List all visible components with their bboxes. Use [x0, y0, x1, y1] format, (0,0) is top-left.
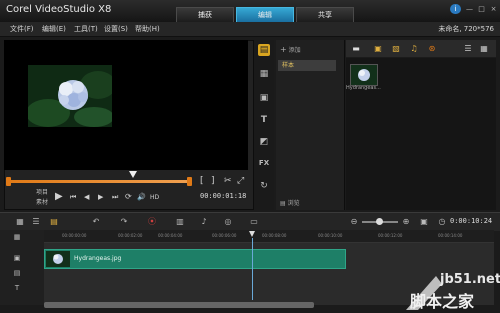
- tab-edit[interactable]: 编辑: [236, 7, 294, 22]
- menu-edit[interactable]: 编辑(E): [42, 24, 66, 34]
- import-folder-icon[interactable]: ▬: [350, 43, 362, 54]
- timecode-display[interactable]: 00:00:01:18: [200, 192, 246, 200]
- close-button[interactable]: ×: [488, 4, 499, 14]
- graphic-icon[interactable]: ◩: [258, 136, 270, 148]
- menu-help[interactable]: 帮助(H): [135, 24, 160, 34]
- watermark-site: jb51.net: [440, 272, 500, 287]
- browse-button[interactable]: ▤ 浏览: [280, 198, 300, 207]
- ruler-tick: 00:00:08:00: [262, 233, 287, 238]
- show-audio-icon[interactable]: ♫: [408, 43, 420, 54]
- mark-in-button[interactable]: [: [200, 176, 204, 186]
- preview-image: [28, 65, 112, 127]
- minimize-button[interactable]: —: [464, 4, 475, 14]
- fit-project-icon[interactable]: ▣: [418, 216, 430, 227]
- mode-project[interactable]: 项目: [36, 187, 48, 196]
- repeat-icon[interactable]: ⟳: [125, 192, 132, 202]
- plus-icon: +: [280, 45, 287, 54]
- scissors-icon[interactable]: ✂: [224, 176, 232, 186]
- zoom-slider-handle[interactable]: [376, 218, 383, 225]
- info-icon[interactable]: i: [450, 4, 461, 14]
- menu-file[interactable]: 文件(F): [10, 24, 34, 34]
- scrubber-track[interactable]: [8, 180, 190, 183]
- prev-frame-button[interactable]: ◀: [84, 192, 89, 202]
- subtitle-editor-icon[interactable]: ▭: [248, 216, 260, 227]
- browse-label: 浏览: [287, 200, 300, 207]
- app-title: Corel VideoStudio X8: [6, 4, 112, 15]
- volume-icon[interactable]: 🔊: [137, 192, 146, 202]
- ruler-tick: 00:00:00:00: [62, 233, 87, 238]
- playhead-marker[interactable]: [249, 231, 255, 237]
- mode-clip[interactable]: 素材: [36, 197, 48, 206]
- folder-item-sample[interactable]: 样本: [278, 60, 336, 71]
- ruler-tick: 00:00:12:00: [378, 233, 403, 238]
- home-button[interactable]: ⏮: [70, 192, 76, 202]
- media-thumbnail[interactable]: [350, 64, 378, 86]
- show-photos-icon[interactable]: ▧: [390, 43, 402, 54]
- track-visibility-icon[interactable]: ▦: [10, 232, 24, 242]
- add-folder-button[interactable]: + 添加: [280, 45, 301, 54]
- media-category-icon[interactable]: ▤: [258, 44, 270, 56]
- redo-icon[interactable]: ↷: [118, 216, 130, 227]
- track-manager-icon[interactable]: ▤: [48, 216, 60, 227]
- clock-icon: ◷: [438, 217, 446, 226]
- maximize-button[interactable]: □: [476, 4, 487, 14]
- clip-name: Hydrangeas.jpg: [74, 255, 122, 262]
- zoom-in-icon[interactable]: ⊕: [400, 216, 412, 227]
- ruler-tick: 00:00:04:00: [158, 233, 183, 238]
- media-item-name: Hydrangeas...: [346, 85, 381, 91]
- tab-share[interactable]: 共享: [296, 7, 354, 22]
- resize-icon[interactable]: ⤢: [237, 176, 244, 186]
- timeline-view-icon[interactable]: ☰: [30, 216, 42, 227]
- browse-icon: ▤: [280, 200, 286, 207]
- smart-icon[interactable]: ⊛: [426, 43, 438, 54]
- horizontal-scrollbar[interactable]: [44, 302, 314, 308]
- project-duration: 0:00:10:24: [450, 217, 493, 225]
- list-view-icon[interactable]: ☰: [462, 43, 474, 54]
- menu-settings[interactable]: 设置(S): [104, 24, 128, 34]
- ruler-tick: 00:00:06:00: [212, 233, 237, 238]
- next-frame-button[interactable]: ▶: [98, 192, 103, 202]
- scrubber-handle[interactable]: [129, 171, 137, 178]
- trim-start-marker[interactable]: [6, 177, 11, 186]
- project-info: 未命名, 720*576: [438, 25, 494, 33]
- video-track-icon[interactable]: ▣: [10, 253, 24, 263]
- overlay-track-icon[interactable]: ▤: [10, 268, 24, 278]
- storyboard-view-icon[interactable]: ▦: [14, 216, 26, 227]
- mark-out-button[interactable]: ]: [211, 176, 215, 186]
- title-track-icon[interactable]: T: [10, 283, 24, 293]
- ruler-tick: 00:00:14:00: [438, 233, 463, 238]
- end-button[interactable]: ⏭: [112, 192, 118, 202]
- add-folder-label: 添加: [288, 47, 301, 54]
- fx-filter-icon[interactable]: FX: [258, 157, 270, 169]
- show-videos-icon[interactable]: ▣: [372, 43, 384, 54]
- clip-thumbnail: [46, 251, 70, 267]
- ruler-tick: 00:00:10:00: [318, 233, 343, 238]
- motion-path-icon[interactable]: ↻: [258, 180, 270, 192]
- menu-tools[interactable]: 工具(T): [74, 24, 98, 34]
- title-icon[interactable]: T: [258, 114, 270, 126]
- playhead-line[interactable]: [252, 238, 253, 300]
- tab-capture[interactable]: 捕获: [176, 7, 234, 22]
- record-capture-icon[interactable]: ⦿: [146, 216, 158, 227]
- motion-tracking-icon[interactable]: ◎: [222, 216, 234, 227]
- watermark-name: 脚本之家: [410, 292, 475, 311]
- auto-music-icon[interactable]: ♪: [198, 216, 210, 227]
- trim-end-marker[interactable]: [187, 177, 192, 186]
- ruler-tick: 00:00:02:00: [118, 233, 143, 238]
- play-button[interactable]: ▶: [55, 192, 63, 202]
- zoom-out-icon[interactable]: ⊖: [348, 216, 360, 227]
- undo-icon[interactable]: ↶: [90, 216, 102, 227]
- instant-project-icon[interactable]: ▦: [258, 68, 270, 80]
- audio-mixer-icon[interactable]: ▥: [174, 216, 186, 227]
- thumbnail-view-icon[interactable]: ▦: [478, 43, 490, 54]
- transition-icon[interactable]: ▣: [258, 92, 270, 104]
- hd-button[interactable]: HD: [150, 193, 159, 203]
